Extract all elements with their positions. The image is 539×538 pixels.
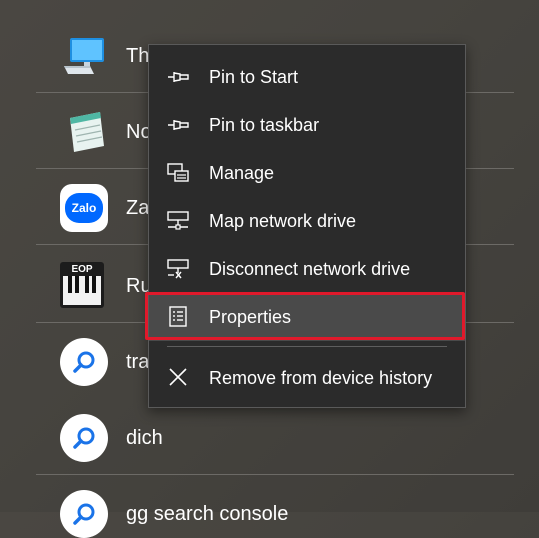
notepad-icon [60, 108, 108, 156]
close-icon [166, 366, 192, 390]
network-drive-icon [166, 209, 192, 233]
menu-item-label: Pin to taskbar [209, 115, 320, 135]
menu-item-label: Map network drive [209, 211, 357, 231]
menu-item-label: Remove from device history [209, 368, 433, 388]
menu-item-pin-to-start[interactable]: Pin to Start [149, 53, 465, 101]
zalo-logo-text: Zalo [71, 201, 97, 215]
list-item-label: gg search console [126, 503, 289, 525]
menu-item-label: Pin to Start [209, 67, 299, 87]
piano-icon: EOP [60, 262, 108, 310]
menu-item-disconnect-network-drive[interactable]: Disconnect network drive [149, 245, 465, 293]
search-icon [60, 490, 108, 538]
list-item-search-dich[interactable]: dich [0, 414, 539, 462]
menu-item-manage[interactable]: Manage [149, 149, 465, 197]
menu-item-pin-to-taskbar[interactable]: Pin to taskbar [149, 101, 465, 149]
list-item-label: Th [126, 45, 150, 67]
menu-item-remove-from-history[interactable]: Remove from device history [149, 354, 465, 402]
menu-item-properties[interactable]: Properties [149, 293, 465, 341]
list-item-label: Za [126, 197, 150, 219]
list-item-label: tra [126, 351, 150, 373]
pin-icon [166, 113, 192, 137]
divider [36, 474, 514, 475]
properties-icon [166, 305, 192, 329]
menu-divider [167, 346, 447, 347]
computer-icon [60, 32, 108, 80]
search-icon [60, 338, 108, 386]
list-item-label: dich [126, 427, 163, 449]
menu-item-label: Properties [209, 307, 292, 327]
pin-icon [166, 65, 192, 89]
zalo-icon: Zalo [60, 184, 108, 232]
menu-item-label: Manage [209, 163, 275, 183]
piano-logo-text: EOP [71, 264, 93, 275]
search-icon [60, 414, 108, 462]
manage-icon [166, 161, 192, 185]
context-menu: Pin to Start Pin to taskbar Manage Map n… [148, 44, 466, 408]
menu-item-map-network-drive[interactable]: Map network drive [149, 197, 465, 245]
list-item-search-gg[interactable]: gg search console [0, 490, 539, 538]
disconnect-drive-icon [166, 257, 192, 281]
menu-item-label: Disconnect network drive [209, 259, 411, 279]
